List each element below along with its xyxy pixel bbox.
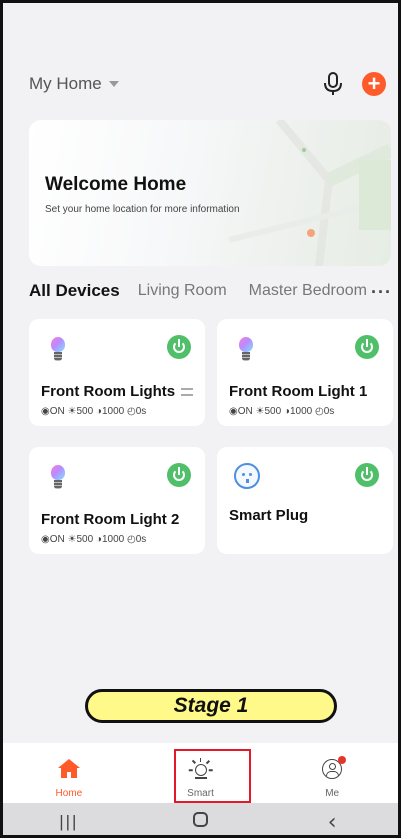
- microphone-icon[interactable]: [322, 71, 344, 97]
- plug-icon: [234, 463, 260, 489]
- welcome-card[interactable]: Welcome Home Set your home location for …: [29, 120, 391, 266]
- device-name: Front Room Light 2: [41, 511, 180, 528]
- group-icon: [181, 388, 194, 397]
- status-bar: [3, 3, 398, 67]
- stage-label: Stage 1: [85, 689, 337, 723]
- system-nav-bar: ||| ‹: [3, 803, 398, 835]
- more-icon[interactable]: ···: [371, 282, 392, 303]
- device-card[interactable]: Front Room Lights ◉ON ☀500 ◑1000 ◴0s: [29, 319, 205, 426]
- tab-living-room[interactable]: Living Room: [138, 282, 227, 300]
- tab-all-devices[interactable]: All Devices: [29, 281, 120, 301]
- room-tabs: All Devices Living Room Master Bedroom: [29, 279, 394, 303]
- tab-me-label: Me: [325, 788, 340, 799]
- power-icon[interactable]: [355, 463, 379, 487]
- bulb-icon: [239, 337, 253, 363]
- home-square-icon: [193, 812, 208, 827]
- device-status: ◉ON ☀500 ◑1000 ◴0s: [229, 406, 335, 417]
- device-card[interactable]: Front Room Light 2 ◉ON ☀500 ◑1000 ◴0s: [29, 447, 205, 554]
- welcome-subtitle: Set your home location for more informat…: [45, 204, 240, 215]
- bulb-icon: [51, 337, 65, 363]
- tab-me[interactable]: Me: [266, 743, 398, 803]
- back-button[interactable]: ‹: [266, 810, 398, 835]
- power-icon[interactable]: [167, 335, 191, 359]
- app-screen: My Home + Welcome Home Set your home loc…: [0, 0, 401, 838]
- device-status: ◉ON ☀500 ◑1000 ◴0s: [41, 406, 147, 417]
- power-icon[interactable]: [355, 335, 379, 359]
- device-status: ◉ON ☀500 ◑1000 ◴0s: [41, 534, 147, 545]
- welcome-title: Welcome Home: [45, 174, 187, 195]
- device-card[interactable]: Smart Plug: [217, 447, 393, 554]
- home-name: My Home: [29, 74, 102, 93]
- home-button[interactable]: [135, 812, 267, 832]
- tab-home-label: Home: [55, 788, 83, 799]
- home-icon: [57, 759, 80, 779]
- device-card[interactable]: Front Room Light 1 ◉ON ☀500 ◑1000 ◴0s: [217, 319, 393, 426]
- device-name: Front Room Light 1: [229, 383, 368, 400]
- tab-home[interactable]: Home: [3, 743, 135, 803]
- smart-tab-highlight: [174, 749, 251, 803]
- device-name-row: Front Room Lights: [41, 383, 194, 400]
- recent-apps-button[interactable]: |||: [3, 812, 135, 832]
- device-name: Smart Plug: [229, 507, 309, 524]
- bulb-icon: [51, 465, 65, 491]
- header: My Home +: [29, 69, 386, 99]
- caret-down-icon: [108, 81, 119, 87]
- home-selector[interactable]: My Home: [29, 74, 119, 94]
- power-icon[interactable]: [167, 463, 191, 487]
- device-name: Front Room Lights: [41, 383, 176, 400]
- plus-circle-icon[interactable]: +: [362, 72, 386, 96]
- notification-dot: [338, 756, 347, 764]
- tab-master-bedroom[interactable]: Master Bedroom: [249, 282, 369, 300]
